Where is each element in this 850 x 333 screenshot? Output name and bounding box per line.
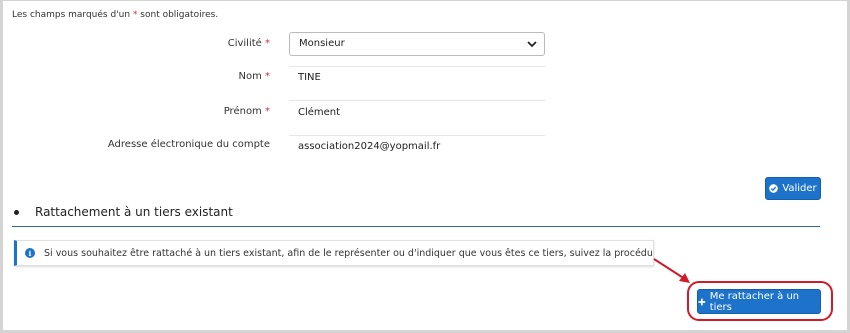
field-separator (289, 100, 545, 101)
prenom-label: Prénom * (223, 106, 270, 117)
validate-button[interactable]: Valider (765, 177, 821, 200)
bullet-icon (14, 209, 19, 215)
mandatory-note: Les champs marqués d'un * sont obligatoi… (12, 10, 219, 20)
plus-icon (698, 298, 706, 305)
chevron-down-icon (527, 41, 537, 48)
nom-label: Nom * (238, 71, 270, 82)
field-separator (289, 66, 545, 67)
civilite-label: Civilité * (227, 38, 270, 49)
info-alert: i Si vous souhaitez être rattaché à un t… (14, 240, 654, 266)
section-divider (12, 226, 820, 227)
check-circle-icon (769, 184, 779, 193)
nom-field[interactable]: TINE (289, 72, 545, 83)
civilite-select[interactable]: Monsieur (289, 32, 545, 56)
email-field[interactable]: association2024@yopmail.fr (289, 141, 545, 152)
annotation-arrow-icon (653, 258, 690, 283)
info-icon: i (25, 248, 35, 258)
section-title: Rattachement à un tiers existant (14, 205, 233, 219)
attach-tiers-button[interactable]: Me rattacher à un tiers (697, 289, 821, 314)
email-label: Adresse électronique du compte (107, 139, 270, 150)
field-separator (289, 135, 545, 136)
prenom-field[interactable]: Clément (289, 107, 545, 118)
